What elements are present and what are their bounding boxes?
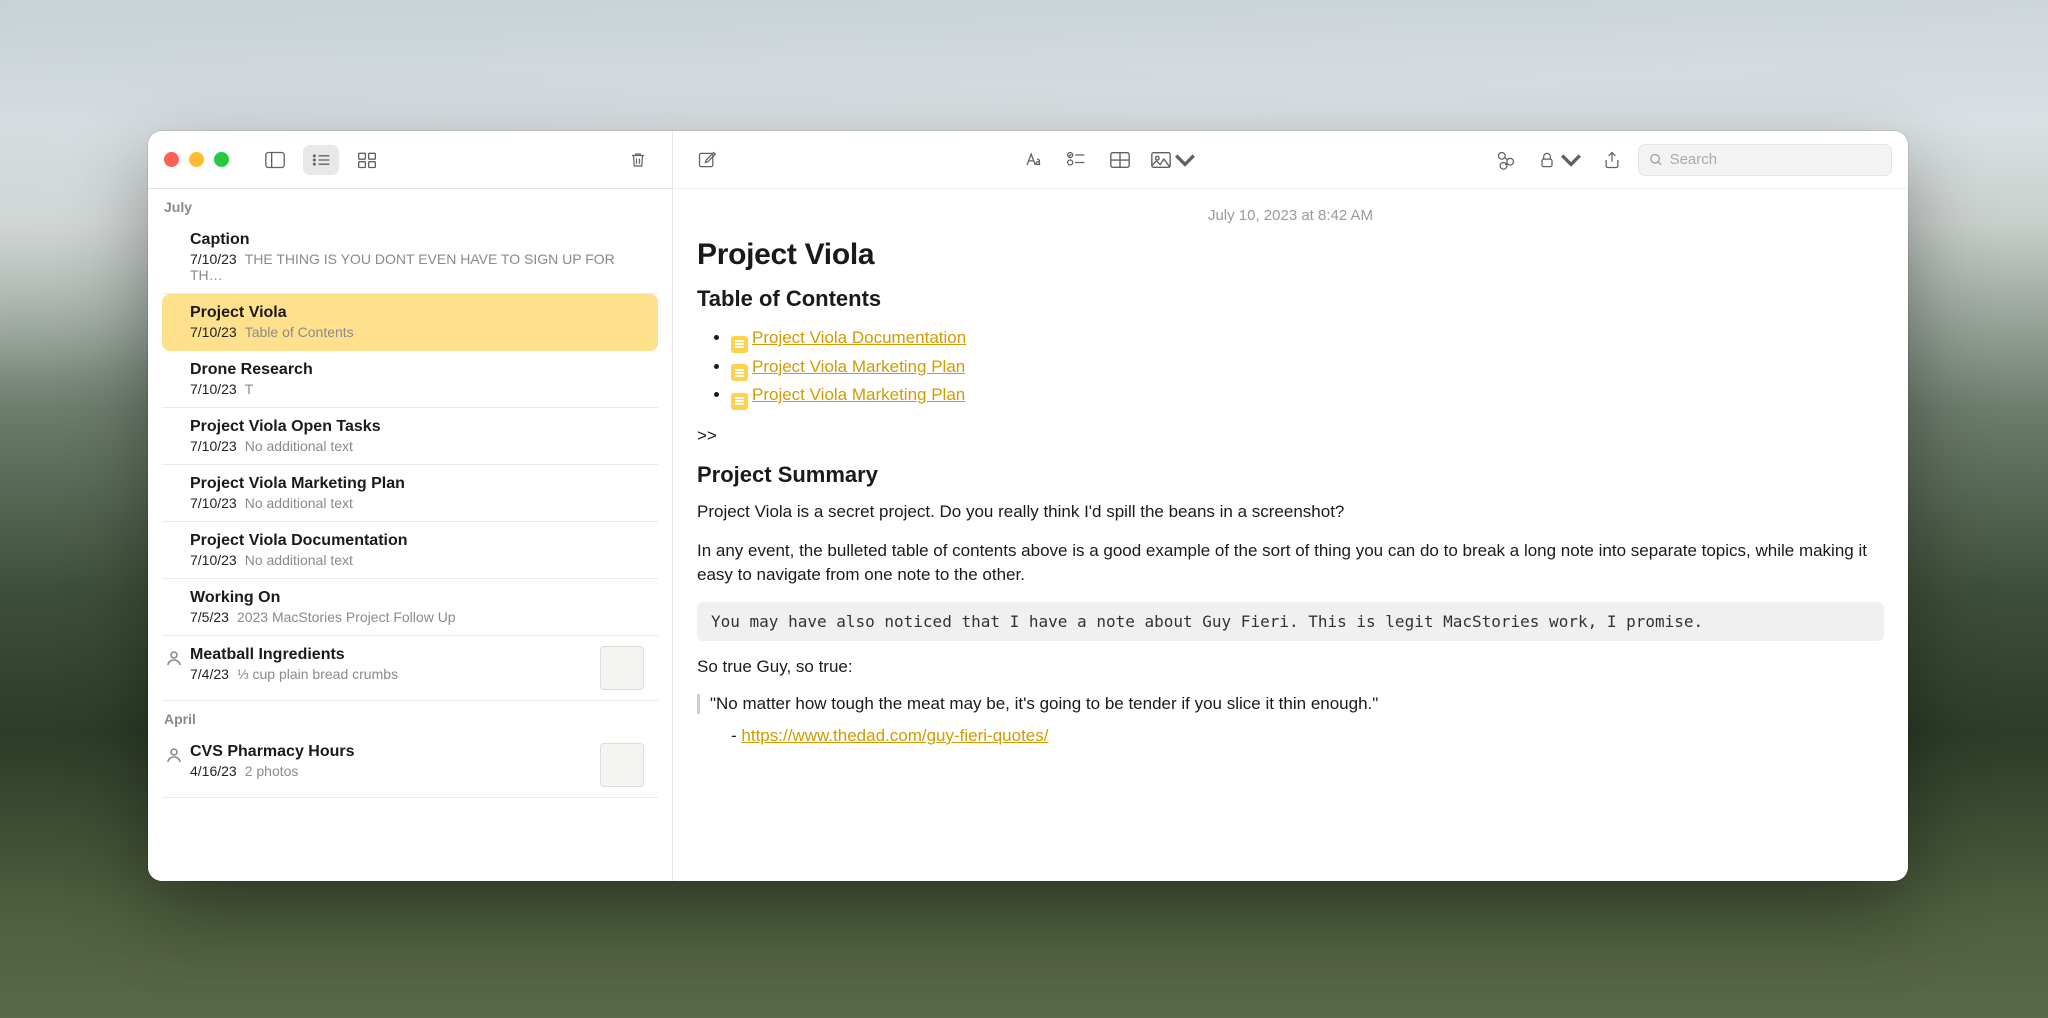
- chevrons-text: >>: [697, 424, 1884, 449]
- note-item-title: Caption: [190, 231, 644, 249]
- note-link-icon: [731, 393, 748, 410]
- note-item-title: CVS Pharmacy Hours: [190, 743, 592, 761]
- window-controls: [164, 152, 229, 167]
- note-item-meta: 7/10/23No additional text: [190, 438, 644, 454]
- thumbnail: [600, 646, 644, 690]
- note-item-title: Meatball Ingredients: [190, 646, 592, 664]
- shared-icon: [166, 650, 182, 666]
- toc-list: Project Viola Documentation Project Viola…: [697, 324, 1884, 410]
- note-link-icon: [731, 336, 748, 353]
- lock-button[interactable]: [1532, 145, 1586, 175]
- toc-item: Project Viola Documentation: [731, 324, 1884, 353]
- note-item-meta: 7/10/23No additional text: [190, 495, 644, 511]
- list-view-button[interactable]: [303, 145, 339, 175]
- note-item-title: Working On: [190, 589, 644, 607]
- summary-p1: Project Viola is a secret project. Do yo…: [697, 500, 1884, 525]
- note-list-item[interactable]: Project Viola Documentation 7/10/23No add…: [162, 522, 658, 579]
- note-list-item[interactable]: Project Viola 7/10/23Table of Contents: [162, 294, 658, 351]
- note-link-icon: [731, 364, 748, 381]
- delete-note-button[interactable]: [620, 145, 656, 175]
- group-header: July: [148, 189, 672, 221]
- maximize-button[interactable]: [214, 152, 229, 167]
- note-item-meta: 7/10/23No additional text: [190, 552, 644, 568]
- gallery-view-button[interactable]: [349, 145, 385, 175]
- toolbar-left: [148, 131, 672, 189]
- toc-heading: Table of Contents: [697, 286, 1884, 312]
- search-field[interactable]: [1638, 144, 1892, 176]
- note-list-item[interactable]: Drone Research 7/10/23T: [162, 351, 658, 408]
- main-pane: July 10, 2023 at 8:42 AM Project Viola T…: [673, 131, 1908, 881]
- note-item-meta: 7/10/23THE THING IS YOU DONT EVEN HAVE T…: [190, 251, 644, 283]
- code-block: You may have also noticed that I have a …: [697, 602, 1884, 641]
- table-button[interactable]: [1102, 145, 1138, 175]
- group-header: April: [148, 701, 672, 733]
- toc-link[interactable]: Project Viola Documentation: [752, 328, 966, 347]
- media-button[interactable]: [1146, 145, 1200, 175]
- note-item-meta: 7/10/23T: [190, 381, 644, 397]
- blockquote: "No matter how tough the meat may be, it…: [697, 694, 1884, 714]
- note-item-title: Drone Research: [190, 361, 644, 379]
- compose-button[interactable]: [689, 145, 725, 175]
- note-list-item[interactable]: Meatball Ingredients 7/4/23⅓ cup plain br…: [162, 636, 658, 701]
- note-item-meta: 7/10/23Table of Contents: [190, 324, 644, 340]
- summary-p3: So true Guy, so true:: [697, 655, 1884, 680]
- format-text-button[interactable]: [1014, 145, 1050, 175]
- note-item-title: Project Viola Open Tasks: [190, 418, 644, 436]
- checklist-button[interactable]: [1058, 145, 1094, 175]
- note-title: Project Viola: [697, 238, 1884, 272]
- note-item-title: Project Viola Documentation: [190, 532, 644, 550]
- toc-link[interactable]: Project Viola Marketing Plan: [752, 357, 965, 376]
- reference-line: - https://www.thedad.com/guy-fieri-quote…: [697, 726, 1884, 746]
- shared-icon: [166, 747, 182, 763]
- note-list-item[interactable]: Project Viola Marketing Plan 7/10/23No ad…: [162, 465, 658, 522]
- note-list[interactable]: July Caption 7/10/23THE THING IS YOU DONT …: [148, 189, 672, 881]
- note-item-meta: 4/16/232 photos: [190, 763, 592, 779]
- note-item-meta: 7/4/23⅓ cup plain bread crumbs: [190, 666, 592, 682]
- search-icon: [1649, 152, 1664, 168]
- toc-item: Project Viola Marketing Plan: [731, 381, 1884, 410]
- toolbar-right: [673, 131, 1908, 189]
- summary-p2: In any event, the bulleted table of cont…: [697, 539, 1884, 588]
- thumbnail: [600, 743, 644, 787]
- share-button[interactable]: [1594, 145, 1630, 175]
- ref-dash: -: [731, 726, 741, 745]
- notes-window: July Caption 7/10/23THE THING IS YOU DONT …: [148, 131, 1908, 881]
- note-item-title: Project Viola Marketing Plan: [190, 475, 644, 493]
- note-timestamp: July 10, 2023 at 8:42 AM: [697, 207, 1884, 224]
- toggle-sidebar-button[interactable]: [257, 145, 293, 175]
- reference-link[interactable]: https://www.thedad.com/guy-fieri-quotes/: [741, 726, 1048, 745]
- note-item-meta: 7/5/232023 MacStories Project Follow Up: [190, 609, 644, 625]
- note-list-item[interactable]: Working On 7/5/232023 MacStories Project …: [162, 579, 658, 636]
- toc-item: Project Viola Marketing Plan: [731, 353, 1884, 382]
- search-input[interactable]: [1670, 151, 1881, 168]
- link-button[interactable]: [1488, 145, 1524, 175]
- minimize-button[interactable]: [189, 152, 204, 167]
- note-list-item[interactable]: Caption 7/10/23THE THING IS YOU DONT EVEN…: [162, 221, 658, 294]
- note-list-item[interactable]: Project Viola Open Tasks 7/10/23No additi…: [162, 408, 658, 465]
- toc-link[interactable]: Project Viola Marketing Plan: [752, 385, 965, 404]
- close-button[interactable]: [164, 152, 179, 167]
- summary-heading: Project Summary: [697, 462, 1884, 488]
- note-list-item[interactable]: CVS Pharmacy Hours 4/16/232 photos: [162, 733, 658, 798]
- sidebar: July Caption 7/10/23THE THING IS YOU DONT …: [148, 131, 673, 881]
- note-content[interactable]: July 10, 2023 at 8:42 AM Project Viola T…: [673, 189, 1908, 881]
- note-item-title: Project Viola: [190, 304, 644, 322]
